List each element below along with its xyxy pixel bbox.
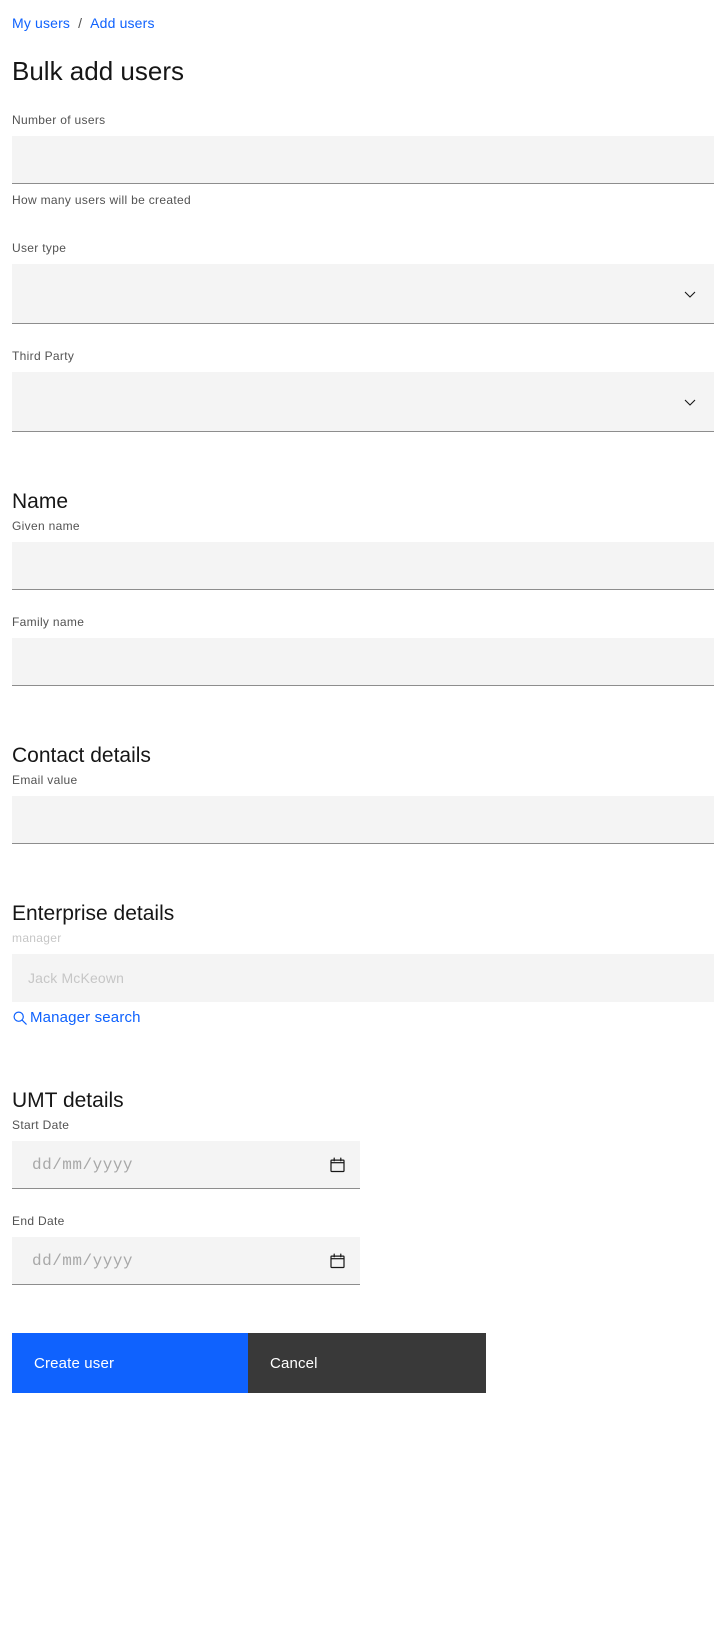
calendar-icon[interactable] xyxy=(329,1253,346,1270)
number-of-users-input[interactable] xyxy=(12,136,714,184)
section-title-enterprise-details: Enterprise details xyxy=(12,902,175,925)
label-family-name: Family name xyxy=(12,615,85,629)
end-date-input[interactable] xyxy=(12,1237,360,1285)
field-user-type: User type xyxy=(0,240,726,324)
breadcrumb: My users / Add users xyxy=(0,0,726,32)
label-given-name: Given name xyxy=(12,519,80,533)
section-title-contact-details: Contact details xyxy=(12,744,151,767)
field-manager: manager xyxy=(0,930,726,1002)
label-user-type: User type xyxy=(12,241,67,255)
field-end-date: End Date xyxy=(0,1213,726,1285)
breadcrumb-item-add-users[interactable]: Add users xyxy=(90,14,154,32)
manager-input[interactable] xyxy=(12,954,714,1002)
breadcrumb-separator: / xyxy=(78,15,83,31)
email-value-input[interactable] xyxy=(12,796,714,844)
manager-search-link[interactable]: Manager search xyxy=(12,1008,141,1028)
label-start-date: Start Date xyxy=(12,1118,70,1132)
label-number-of-users: Number of users xyxy=(12,113,106,127)
search-icon xyxy=(12,1010,28,1026)
field-family-name: Family name xyxy=(0,614,726,686)
bulk-add-users-page: My users / Add users Bulk add users Numb… xyxy=(0,0,726,1635)
cancel-button[interactable]: Cancel xyxy=(248,1333,486,1393)
user-type-select[interactable] xyxy=(12,264,714,324)
field-start-date: Start Date xyxy=(0,1117,726,1189)
user-type-select-wrapper xyxy=(12,264,714,324)
section-title-umt-details: UMT details xyxy=(12,1089,124,1112)
section-title-name: Name xyxy=(12,490,69,513)
start-date-input[interactable] xyxy=(12,1141,360,1189)
end-date-wrapper xyxy=(12,1237,360,1285)
label-email-value: Email value xyxy=(12,773,78,787)
field-given-name: Given name xyxy=(0,518,726,590)
field-number-of-users: Number of users How many users will be c… xyxy=(0,112,726,208)
label-third-party: Third Party xyxy=(12,349,75,363)
helper-number-of-users: How many users will be created xyxy=(12,193,192,207)
manager-search-label: Manager search xyxy=(30,1009,141,1026)
page-title: Bulk add users xyxy=(12,56,184,86)
label-manager: manager xyxy=(12,931,62,945)
start-date-wrapper xyxy=(12,1141,360,1189)
third-party-select-wrapper xyxy=(12,372,714,432)
third-party-select[interactable] xyxy=(12,372,714,432)
form-actions: Create user Cancel xyxy=(12,1333,726,1393)
label-end-date: End Date xyxy=(12,1214,65,1228)
family-name-input[interactable] xyxy=(12,638,714,686)
breadcrumb-item-my-users[interactable]: My users xyxy=(12,14,70,32)
field-email-value: Email value xyxy=(0,772,726,844)
field-third-party: Third Party xyxy=(0,348,726,432)
given-name-input[interactable] xyxy=(12,542,714,590)
calendar-icon[interactable] xyxy=(329,1157,346,1174)
create-user-button[interactable]: Create user xyxy=(12,1333,248,1393)
